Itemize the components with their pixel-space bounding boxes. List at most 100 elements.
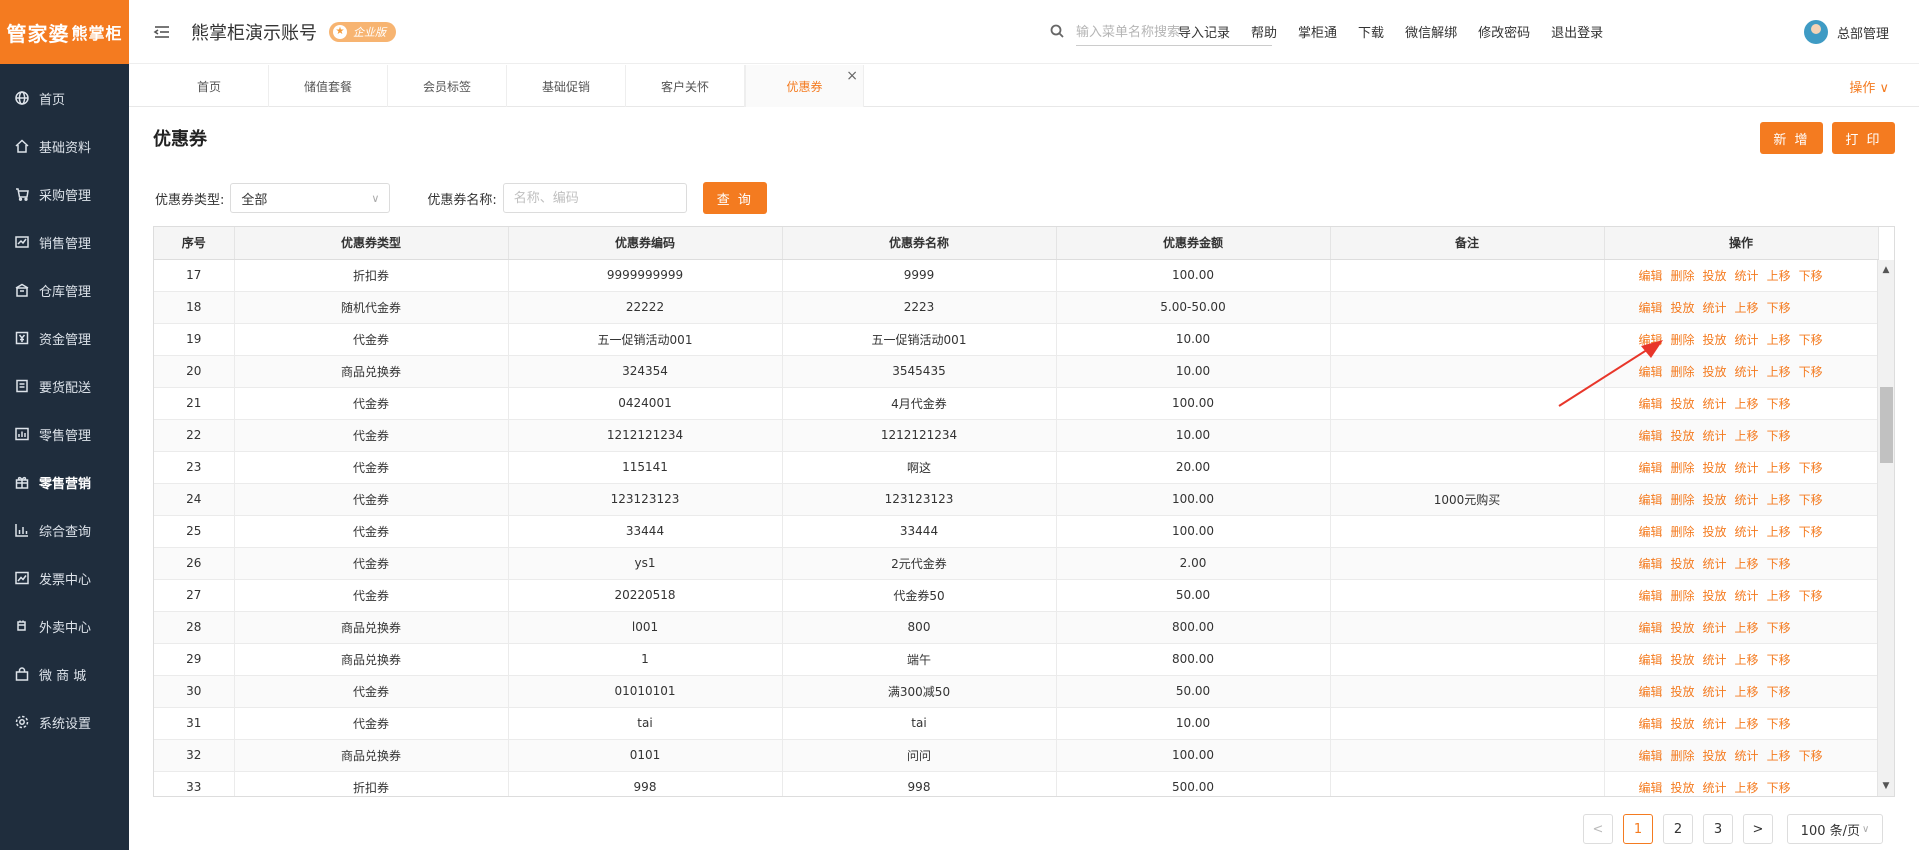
row-action-link[interactable]: 上移	[1767, 461, 1791, 475]
row-action-link[interactable]: 统计	[1703, 557, 1727, 571]
row-action-link[interactable]: 上移	[1767, 525, 1791, 539]
sidebar-item[interactable]: 系统设置	[0, 698, 129, 746]
row-action-link[interactable]: 编辑	[1639, 301, 1663, 315]
menu-collapse-icon[interactable]	[153, 22, 173, 42]
coupon-type-select[interactable]: 全部 ∨	[230, 183, 391, 213]
sidebar-item[interactable]: 销售管理	[0, 218, 129, 266]
sidebar-item[interactable]: 仓库管理	[0, 266, 129, 314]
sidebar-item[interactable]: 微 商 城	[0, 650, 129, 698]
row-action-link[interactable]: 下移	[1799, 333, 1823, 347]
row-action-link[interactable]: 编辑	[1639, 461, 1663, 475]
sidebar-item[interactable]: 综合查询	[0, 506, 129, 554]
row-action-link[interactable]: 删除	[1671, 749, 1695, 763]
header-nav-link[interactable]: 帮助	[1251, 22, 1277, 41]
sidebar-item[interactable]: 发票中心	[0, 554, 129, 602]
row-action-link[interactable]: 编辑	[1639, 717, 1663, 731]
row-action-link[interactable]: 上移	[1735, 781, 1759, 795]
row-action-link[interactable]: 统计	[1735, 269, 1759, 283]
row-action-link[interactable]: 下移	[1767, 781, 1791, 795]
tab-item[interactable]: 基础促销	[507, 65, 626, 107]
row-action-link[interactable]: 删除	[1671, 493, 1695, 507]
row-action-link[interactable]: 下移	[1767, 621, 1791, 635]
row-action-link[interactable]: 上移	[1735, 301, 1759, 315]
scroll-down-icon[interactable]: ▼	[1878, 778, 1894, 794]
row-action-link[interactable]: 投放	[1671, 653, 1695, 667]
row-action-link[interactable]: 统计	[1703, 429, 1727, 443]
row-action-link[interactable]: 编辑	[1639, 781, 1663, 795]
row-action-link[interactable]: 统计	[1735, 525, 1759, 539]
row-action-link[interactable]: 上移	[1767, 749, 1791, 763]
row-action-link[interactable]: 下移	[1767, 653, 1791, 667]
row-action-link[interactable]: 上移	[1735, 429, 1759, 443]
row-action-link[interactable]: 上移	[1767, 333, 1791, 347]
header-nav-link[interactable]: 修改密码	[1478, 22, 1530, 41]
page-number-button[interactable]: 1	[1623, 814, 1653, 844]
row-action-link[interactable]: 投放	[1703, 589, 1727, 603]
row-action-link[interactable]: 下移	[1767, 301, 1791, 315]
row-action-link[interactable]: 下移	[1767, 557, 1791, 571]
sidebar-item[interactable]: 采购管理	[0, 170, 129, 218]
page-number-button[interactable]: 2	[1663, 814, 1693, 844]
tab-item[interactable]: 会员标签	[388, 65, 507, 107]
row-action-link[interactable]: 编辑	[1639, 685, 1663, 699]
row-action-link[interactable]: 编辑	[1639, 557, 1663, 571]
coupon-name-input[interactable]	[502, 183, 687, 213]
page-size-select[interactable]: 100 条/页 ∨	[1787, 814, 1883, 844]
row-action-link[interactable]: 下移	[1767, 397, 1791, 411]
header-nav-link[interactable]: 下载	[1358, 22, 1384, 41]
row-action-link[interactable]: 上移	[1735, 397, 1759, 411]
row-action-link[interactable]: 统计	[1735, 749, 1759, 763]
row-action-link[interactable]: 删除	[1671, 525, 1695, 539]
header-nav-link[interactable]: 掌柜通	[1298, 22, 1337, 41]
row-action-link[interactable]: 下移	[1799, 525, 1823, 539]
prev-page-button[interactable]: <	[1583, 814, 1613, 844]
tab-item[interactable]: 优惠券 ×	[745, 65, 864, 107]
row-action-link[interactable]: 上移	[1735, 621, 1759, 635]
row-action-link[interactable]: 投放	[1703, 269, 1727, 283]
row-action-link[interactable]: 上移	[1767, 493, 1791, 507]
row-action-link[interactable]: 统计	[1735, 589, 1759, 603]
row-action-link[interactable]: 删除	[1671, 589, 1695, 603]
sidebar-item[interactable]: 首页	[0, 74, 129, 122]
row-action-link[interactable]: 统计	[1703, 653, 1727, 667]
row-action-link[interactable]: 统计	[1735, 333, 1759, 347]
row-action-link[interactable]: 下移	[1767, 429, 1791, 443]
row-action-link[interactable]: 投放	[1671, 557, 1695, 571]
row-action-link[interactable]: 统计	[1703, 781, 1727, 795]
row-action-link[interactable]: 上移	[1767, 269, 1791, 283]
tab-item[interactable]: 客户关怀	[626, 65, 745, 107]
row-action-link[interactable]: 投放	[1703, 461, 1727, 475]
row-action-link[interactable]: 投放	[1703, 749, 1727, 763]
row-action-link[interactable]: 上移	[1735, 653, 1759, 667]
row-action-link[interactable]: 编辑	[1639, 429, 1663, 443]
row-action-link[interactable]: 下移	[1799, 493, 1823, 507]
user-menu[interactable]: 总部管理	[1803, 20, 1889, 44]
row-action-link[interactable]: 下移	[1799, 749, 1823, 763]
header-nav-link[interactable]: 退出登录	[1551, 22, 1603, 41]
row-action-link[interactable]: 统计	[1703, 397, 1727, 411]
row-action-link[interactable]: 统计	[1735, 365, 1759, 379]
row-action-link[interactable]: 统计	[1703, 717, 1727, 731]
app-logo[interactable]: 管家婆 熊掌柜	[0, 0, 129, 64]
tab-item[interactable]: 储值套餐	[269, 65, 388, 107]
row-action-link[interactable]: 编辑	[1639, 621, 1663, 635]
row-action-link[interactable]: 投放	[1703, 365, 1727, 379]
table-scrollbar[interactable]: ▲ ▼	[1877, 260, 1894, 796]
row-action-link[interactable]: 编辑	[1639, 589, 1663, 603]
row-action-link[interactable]: 编辑	[1639, 653, 1663, 667]
row-action-link[interactable]: 投放	[1671, 717, 1695, 731]
sidebar-item[interactable]: 资金管理	[0, 314, 129, 362]
row-action-link[interactable]: 下移	[1799, 365, 1823, 379]
sidebar-item[interactable]: 基础资料	[0, 122, 129, 170]
scroll-up-icon[interactable]: ▲	[1878, 262, 1894, 278]
row-action-link[interactable]: 统计	[1703, 301, 1727, 315]
row-action-link[interactable]: 下移	[1767, 717, 1791, 731]
row-action-link[interactable]: 下移	[1799, 461, 1823, 475]
row-action-link[interactable]: 投放	[1671, 397, 1695, 411]
row-action-link[interactable]: 投放	[1671, 621, 1695, 635]
row-action-link[interactable]: 下移	[1767, 685, 1791, 699]
header-nav-link[interactable]: 导入记录	[1178, 22, 1230, 41]
row-action-link[interactable]: 上移	[1735, 557, 1759, 571]
row-action-link[interactable]: 下移	[1799, 269, 1823, 283]
close-icon[interactable]: ×	[846, 68, 858, 84]
